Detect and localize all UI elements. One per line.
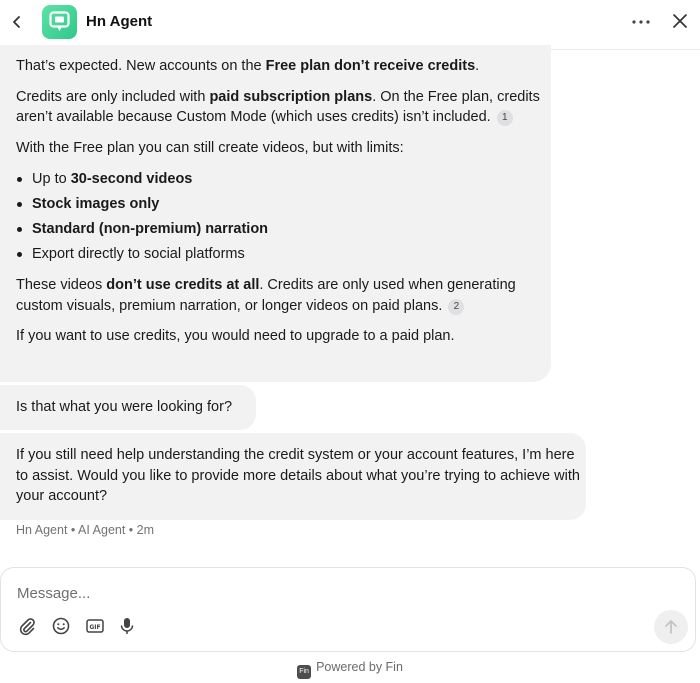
microphone-icon xyxy=(120,618,134,634)
text-span: Up to xyxy=(32,171,71,187)
back-button[interactable] xyxy=(8,11,26,33)
message-meta: Hn Agent • AI Agent • 2m xyxy=(16,523,155,537)
message-text: Is that what you were looking for? xyxy=(16,399,233,415)
list-item: Stock images only xyxy=(16,193,551,218)
close-button[interactable] xyxy=(671,12,689,30)
message-composer: GIF xyxy=(0,567,696,652)
message-input[interactable] xyxy=(17,582,617,604)
list-item: Export directly to social platforms xyxy=(16,243,551,268)
message-paragraph: If you want to use credits, you would ne… xyxy=(16,328,455,344)
message-paragraph: These videos don’t use credits at all. C… xyxy=(16,275,551,316)
emoji-icon xyxy=(52,617,70,635)
agent-message: Is that what you were looking for? xyxy=(0,385,256,430)
text-span: Credits are only included with xyxy=(16,88,210,105)
svg-text:GIF: GIF xyxy=(89,624,100,631)
more-options-button[interactable] xyxy=(630,13,652,31)
bold-text: 30-second videos xyxy=(70,171,193,187)
limits-list: Up to 30-second videos Stock images only… xyxy=(16,168,551,268)
attachment-icon xyxy=(19,618,35,636)
gif-button[interactable]: GIF xyxy=(85,616,105,636)
chat-header: Hn Agent xyxy=(0,0,700,50)
text-span: . xyxy=(475,58,480,74)
send-button[interactable] xyxy=(654,610,688,644)
list-item: Standard (non-premium) narration xyxy=(16,218,551,243)
voice-button[interactable] xyxy=(117,616,137,636)
citation-badge[interactable]: 1 xyxy=(496,110,513,126)
message-paragraph: With the Free plan you can still create … xyxy=(16,139,404,156)
attach-button[interactable] xyxy=(17,616,37,636)
bold-text: paid subscription plans xyxy=(209,88,373,105)
close-icon xyxy=(673,14,687,28)
agent-message: That’s expected. New accounts on the Fre… xyxy=(0,45,551,382)
powered-by-footer[interactable]: Fin Powered by Fin xyxy=(0,660,700,679)
bold-text: don’t use credits at all xyxy=(106,277,260,293)
emoji-button[interactable] xyxy=(51,616,71,636)
powered-by-text: Powered by Fin xyxy=(316,660,403,674)
message-paragraph: Credits are only included with paid subs… xyxy=(16,87,551,128)
bold-text: Free plan don’t receive credits xyxy=(265,58,476,74)
list-item: Up to 30-second videos xyxy=(16,168,551,193)
agent-avatar xyxy=(42,5,77,39)
agent-logo-icon xyxy=(49,11,70,31)
text-span: These videos xyxy=(16,277,107,293)
bold-text: Stock images only xyxy=(32,196,160,212)
message-paragraph: That’s expected. New accounts on the Fre… xyxy=(16,56,551,77)
agent-message: If you still need help understanding the… xyxy=(0,433,586,520)
message-text: If you still need help understanding the… xyxy=(16,447,580,504)
more-horizontal-icon xyxy=(632,20,650,24)
chevron-left-icon xyxy=(13,16,20,28)
agent-name: Hn Agent xyxy=(86,13,153,30)
fin-logo-icon: Fin xyxy=(297,665,312,679)
arrow-up-icon xyxy=(665,620,677,634)
bold-text: Standard (non-premium) narration xyxy=(32,221,269,237)
gif-icon: GIF xyxy=(86,619,104,633)
citation-badge[interactable]: 2 xyxy=(448,298,465,315)
text-span: That’s expected. New accounts on the xyxy=(16,58,266,74)
